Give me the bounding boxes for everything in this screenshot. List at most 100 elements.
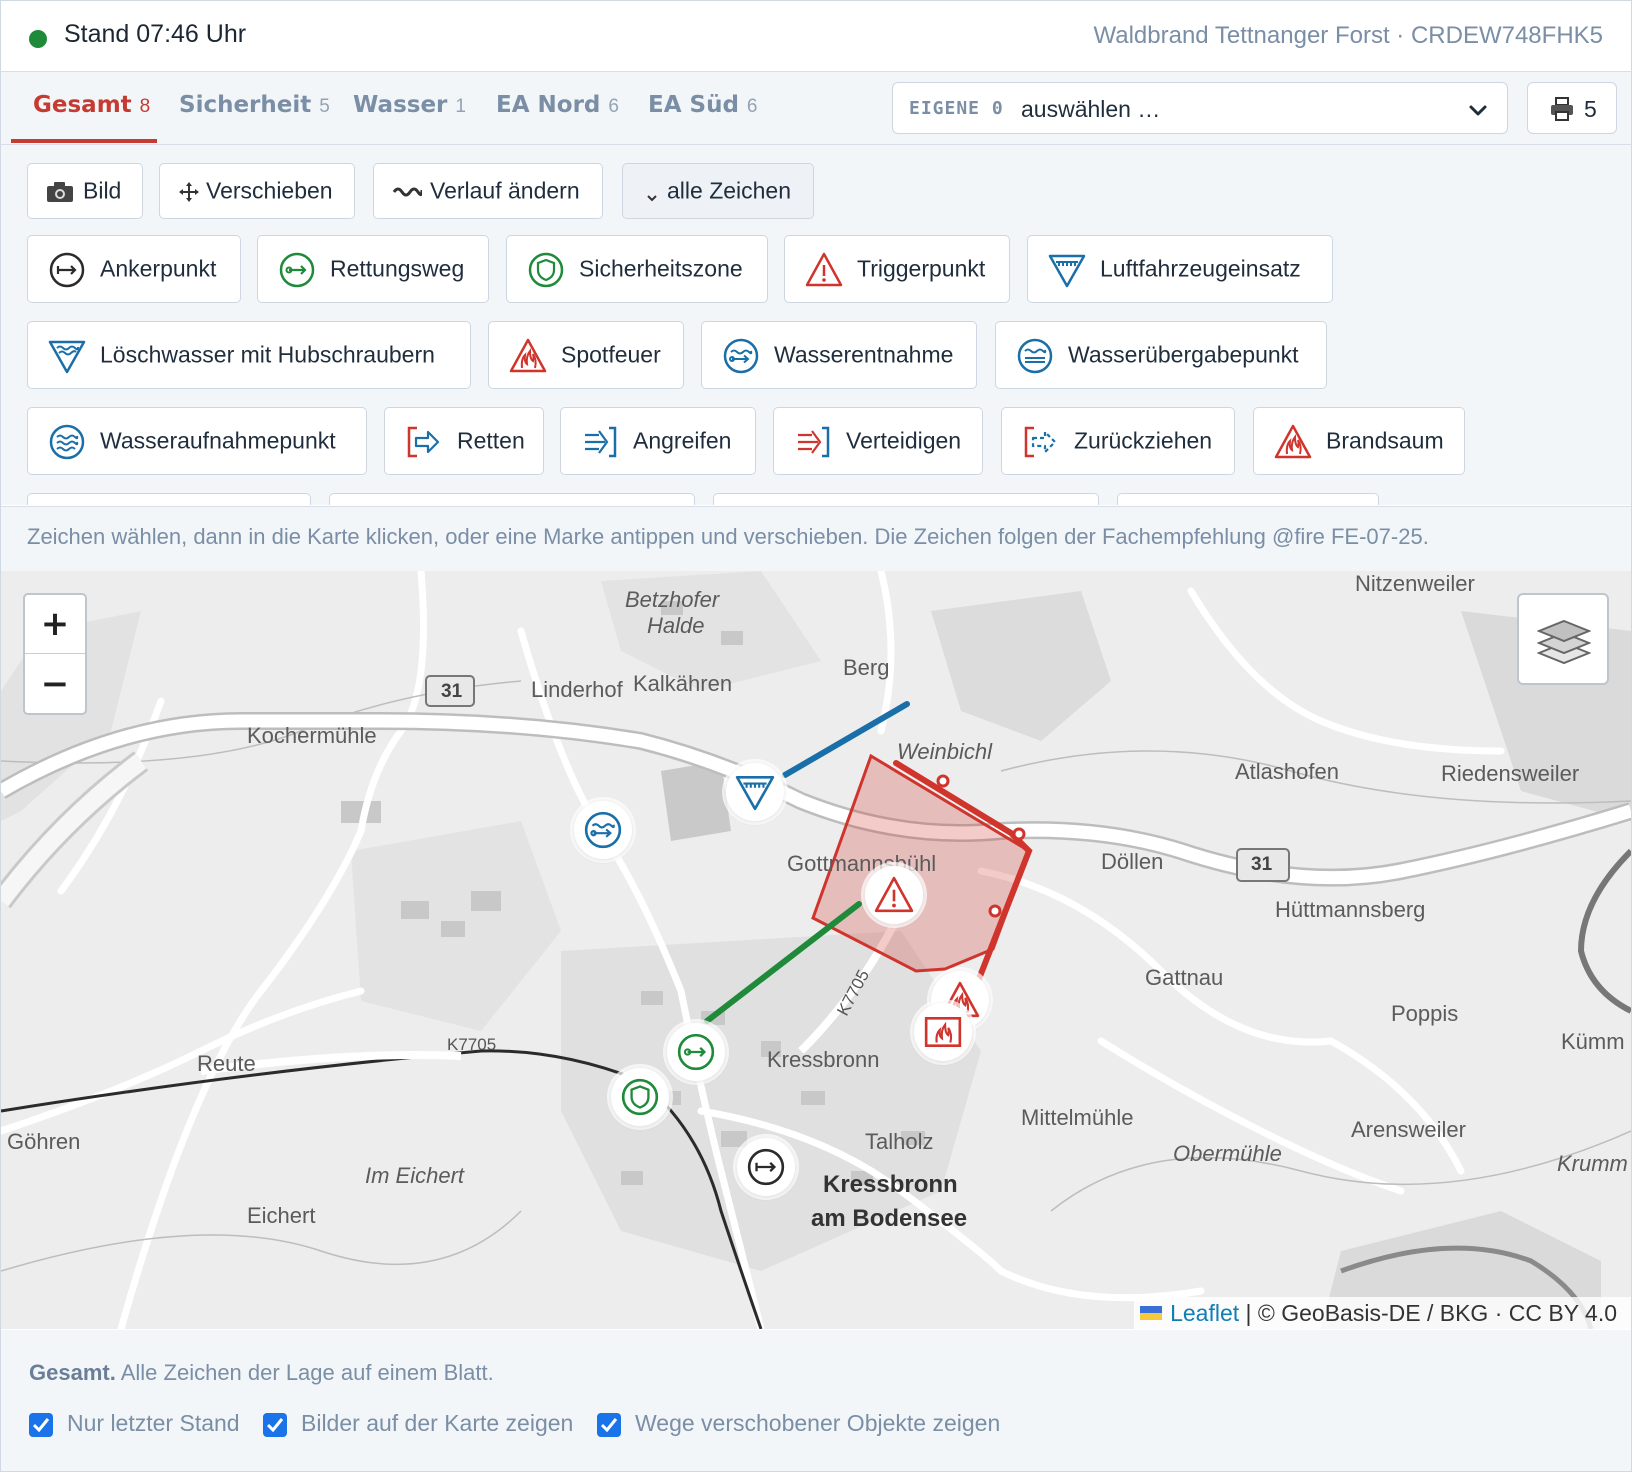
tab-label: EA Süd <box>648 92 739 118</box>
symbol-wasseraufnahmepunkt[interactable]: Wasseraufnahmepunkt <box>27 407 367 475</box>
symbol-ankerpunkt[interactable]: Ankerpunkt <box>27 235 241 303</box>
all-symbols-label: alle Zeichen <box>667 177 792 204</box>
map-label: Riedensweiler <box>1441 761 1580 786</box>
fire-section-icon <box>924 1017 962 1047</box>
symbol-verteidigen[interactable]: Verteidigen <box>773 407 983 475</box>
symbol-label: Spotfeuer <box>561 341 661 368</box>
symbol-label: Triggerpunkt <box>857 255 986 282</box>
zoom-in-button[interactable]: + <box>25 595 85 654</box>
symbol-wasseruebergabepunkt[interactable]: Wasserübergabepunkt <box>995 321 1327 389</box>
tab-wasser[interactable]: Wasser 1 <box>353 92 466 118</box>
symbol-rettungsweg[interactable]: Rettungsweg <box>257 235 489 303</box>
symbol-label: Wasserübergabepunkt <box>1068 341 1299 368</box>
wave-icon <box>392 181 424 208</box>
tab-ea-sued[interactable]: EA Süd 6 <box>648 92 758 118</box>
checkbox-checked-icon[interactable] <box>597 1413 621 1437</box>
hint-text: Zeichen wählen, dann in die Karte klicke… <box>27 524 1429 549</box>
layers-button[interactable] <box>1517 593 1609 685</box>
map-label: Göhren <box>7 1129 81 1154</box>
symbol-more[interactable] <box>27 493 311 505</box>
tab-label: Sicherheit <box>179 92 312 118</box>
symbol-label: Angreifen <box>633 427 732 454</box>
change-course-label: Verlauf ändern <box>430 177 580 204</box>
marker-wasserentnahme[interactable] <box>574 801 632 859</box>
zoom-out-button[interactable]: − <box>25 655 85 713</box>
tab-sicherheit[interactable]: Sicherheit 5 <box>179 92 330 118</box>
symbol-zurueckziehen[interactable]: Zurückziehen <box>1001 407 1235 475</box>
defend-icon <box>794 423 832 467</box>
symbol-wasserentnahme[interactable]: Wasserentnahme <box>701 321 977 389</box>
symbol-more[interactable] <box>713 493 1099 505</box>
tab-bar: Gesamt 8 Sicherheit 5 Wasser 1 EA Nord 6 EA … <box>1 72 1631 145</box>
tab-ea-nord[interactable]: EA Nord 6 <box>496 92 619 118</box>
checkbox-checked-icon[interactable] <box>29 1413 53 1437</box>
symbol-brandsaum[interactable]: Brandsaum <box>1253 407 1465 475</box>
escape-route-icon <box>677 1033 715 1071</box>
marker-rettungsweg[interactable] <box>667 1023 725 1081</box>
trigger-point-icon <box>874 876 914 913</box>
symbol-angreifen[interactable]: Angreifen <box>560 407 756 475</box>
status-bar: Stand 07:46 Uhr Waldbrand Tettnanger For… <box>1 1 1631 72</box>
tab-label: EA Nord <box>496 92 601 118</box>
map-attribution: Leaflet | © GeoBasis-DE / BKG · CC BY 4.… <box>1134 1297 1631 1329</box>
map-label: am Bodensee <box>811 1205 968 1232</box>
marker-ankerpunkt[interactable] <box>737 1138 795 1196</box>
checkbox-label: Nur letzter Stand <box>67 1410 240 1436</box>
symbol-label: Sicherheitszone <box>579 255 743 282</box>
symbol-triggerpunkt[interactable]: Triggerpunkt <box>784 235 1010 303</box>
leaflet-link[interactable]: Leaflet <box>1170 1300 1239 1326</box>
symbol-loeschwasser-hubschrauber[interactable]: Löschwasser mit Hubschraubern <box>27 321 471 389</box>
map-label: Mittelmühle <box>1021 1105 1134 1130</box>
water-intake-icon <box>48 423 86 467</box>
symbol-spotfeuer[interactable]: Spotfeuer <box>488 321 684 389</box>
marker-luftfahrzeugeinsatz[interactable] <box>726 763 784 821</box>
symbol-label: Luftfahrzeugeinsatz <box>1100 255 1301 282</box>
anchor-point-icon <box>747 1148 785 1186</box>
layers-icon <box>1537 619 1591 665</box>
symbol-luftfahrzeugeinsatz[interactable]: Luftfahrzeugeinsatz <box>1027 235 1333 303</box>
status-time: Stand 07:46 Uhr <box>64 20 247 48</box>
symbol-more[interactable] <box>329 493 695 505</box>
symbol-more[interactable] <box>1117 493 1379 505</box>
picture-button[interactable]: Bild <box>27 163 143 219</box>
chevron-down-icon <box>1467 99 1489 126</box>
own-symbols-select[interactable]: EIGENE 0 auswählen … <box>892 82 1508 134</box>
printer-icon <box>1549 96 1575 127</box>
road-number: 31 <box>1251 854 1273 875</box>
marker-triggerpunkt[interactable] <box>865 866 923 924</box>
symbol-label: Brandsaum <box>1326 427 1444 454</box>
map-label: Talholz <box>865 1129 934 1154</box>
map-label: Kalkähren <box>633 671 733 696</box>
print-button[interactable]: 5 <box>1527 82 1617 134</box>
withdraw-icon <box>1022 423 1060 467</box>
map-label: Halde <box>647 613 705 638</box>
anchor-point-icon <box>48 251 86 295</box>
map-label: Kochermühle <box>247 723 377 748</box>
change-course-button[interactable]: Verlauf ändern <box>373 163 603 219</box>
all-symbols-button[interactable]: alle Zeichen <box>622 163 814 219</box>
water-extraction-icon <box>722 337 760 381</box>
symbol-label: Verteidigen <box>846 427 962 454</box>
marker-sicherheitszone[interactable] <box>611 1068 669 1126</box>
checkbox-label: Bilder auf der Karte zeigen <box>301 1410 574 1436</box>
map-label: Hüttmannsberg <box>1275 897 1426 922</box>
tab-count: 6 <box>608 96 619 117</box>
tab-count: 8 <box>139 96 151 117</box>
fire-edge-icon <box>1274 423 1312 467</box>
symbol-retten[interactable]: Retten <box>384 407 544 475</box>
tab-gesamt[interactable]: Gesamt 8 <box>33 92 150 118</box>
map-label: Betzhofer <box>625 587 720 612</box>
map[interactable]: Betzhofer Halde Nitzenweiler Berg Linder… <box>1 571 1631 1329</box>
rescue-icon <box>405 423 443 467</box>
map-label: Arensweiler <box>1351 1117 1466 1142</box>
tab-count: 5 <box>319 96 330 117</box>
map-label: Krumm <box>1557 1151 1628 1176</box>
symbol-sicherheitszone[interactable]: Sicherheitszone <box>506 235 768 303</box>
view-desc-text: Alle Zeichen der Lage auf einem Blatt. <box>115 1360 494 1385</box>
checkbox-label: Wege verschobener Objekte zeigen <box>635 1410 1001 1436</box>
aircraft-icon <box>735 775 775 811</box>
incident-title: Waldbrand Tettnanger Forst · CRDEW748FHK… <box>1093 22 1603 49</box>
move-button[interactable]: Verschieben <box>159 163 355 219</box>
marker-brandabschnitt[interactable] <box>914 1003 972 1061</box>
checkbox-checked-icon[interactable] <box>263 1413 287 1437</box>
